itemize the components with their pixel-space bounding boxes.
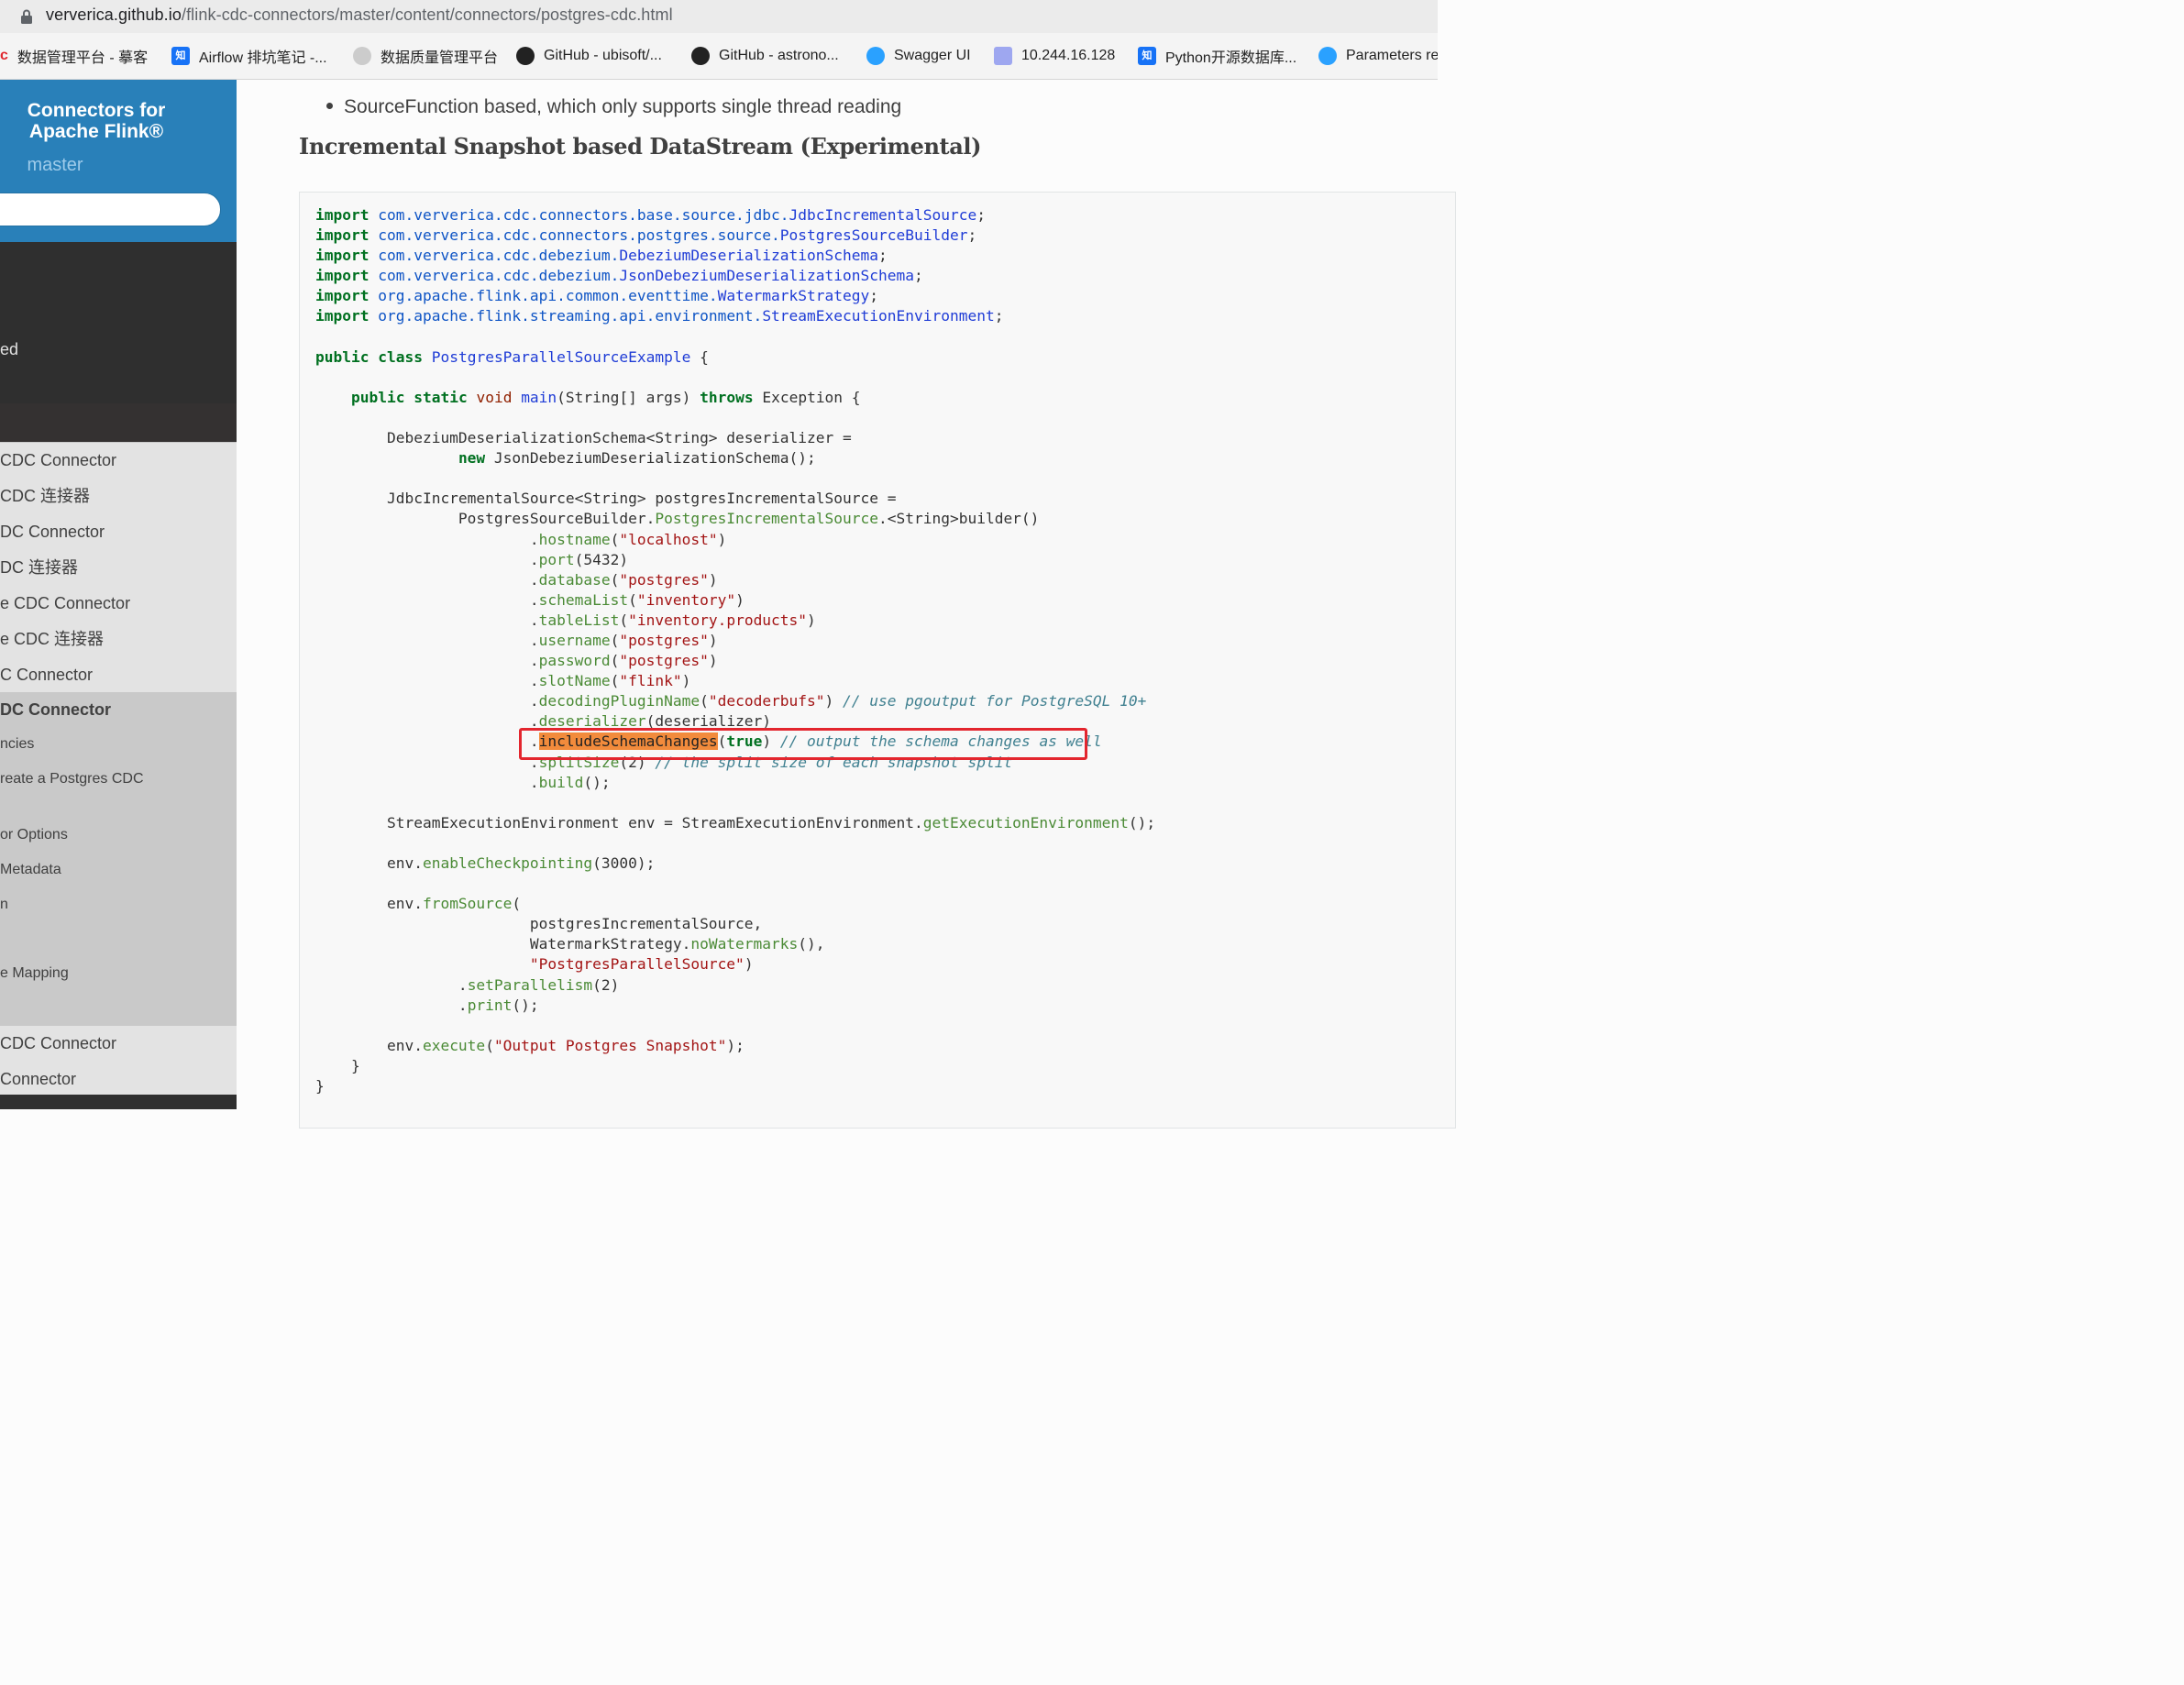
bookmark-3[interactable]: GitHub - ubisoft/...: [516, 46, 662, 66]
annotation-highlight-box: [519, 728, 1087, 760]
url-text[interactable]: ververica.github.io/flink-cdc-connectors…: [46, 6, 673, 25]
sidebar-item-dark[interactable]: ed: [0, 340, 18, 359]
bookmark-label: Airflow 排坑笔记 -...: [199, 50, 327, 66]
sidebar-item[interactable]: CDC Connector: [0, 443, 237, 478]
bookmark-6[interactable]: 10.244.16.128: [994, 46, 1115, 66]
search-input[interactable]: [0, 193, 221, 226]
sidebar-item[interactable]: Connector: [0, 1062, 237, 1096]
sidebar-subitem[interactable]: ncies: [0, 736, 34, 753]
sidebar-item[interactable]: DC 连接器: [0, 550, 237, 585]
address-bar[interactable]: ververica.github.io/flink-cdc-connectors…: [0, 0, 1438, 33]
sidebar-dark-section: ed: [0, 242, 237, 403]
zhihu-icon: 知: [1138, 47, 1156, 65]
sidebar-subitem[interactable]: e Mapping: [0, 965, 69, 982]
version-label: master: [27, 155, 83, 175]
pinwheel-icon: [866, 47, 885, 65]
sidebar-subitem[interactable]: Metadata: [0, 862, 61, 878]
bookmark-label: 10.244.16.128: [1021, 48, 1116, 63]
bookmark-4[interactable]: GitHub - astrono...: [691, 46, 839, 66]
sidebar-item-current[interactable]: DC Connector: [0, 692, 237, 727]
bookmark-label: 数据质量管理平台: [381, 50, 499, 66]
sidebar-subitem[interactable]: reate a Postgres CDC: [0, 771, 144, 787]
pinwheel-icon: [1318, 47, 1337, 65]
bookmark-0[interactable]: c 数据管理平台 - 摹客: [0, 46, 148, 66]
main-content: SourceFunction based, which only support…: [237, 80, 1456, 1129]
code-block: import com.ververica.cdc.connectors.base…: [299, 192, 1456, 1129]
bookmark-label: Swagger UI: [894, 48, 971, 63]
c-icon: c: [0, 48, 8, 63]
bookmark-2[interactable]: 数据质量管理平台: [353, 46, 498, 66]
sidebar-nav: CDC Connector CDC 连接器 DC Connector DC 连接…: [0, 442, 237, 1096]
bookmark-label: GitHub - astrono...: [719, 48, 839, 63]
section-heading: Incremental Snapshot based DataStream (E…: [299, 133, 982, 160]
url-path: /flink-cdc-connectors/master/content/con…: [181, 6, 673, 24]
site-title[interactable]: Connectors for Apache Flink®: [0, 100, 202, 142]
sidebar-current-section: DC Connector ncies reate a Postgres CDC …: [0, 692, 237, 1026]
bullet-dot-icon: [326, 102, 333, 109]
code-listing: import com.ververica.cdc.connectors.base…: [315, 206, 1156, 1096]
sidebar-item[interactable]: e CDC 连接器: [0, 622, 237, 656]
sidebar-item[interactable]: CDC Connector: [0, 1026, 237, 1061]
sidebar-item[interactable]: DC Connector: [0, 514, 237, 549]
database-icon: [994, 47, 1012, 65]
bookmark-label: GitHub - ubisoft/...: [544, 48, 662, 63]
sidebar-item[interactable]: e CDC Connector: [0, 586, 237, 621]
bullet-item: SourceFunction based, which only support…: [326, 96, 901, 118]
github-icon: [691, 47, 710, 65]
sidebar-item[interactable]: C Connector: [0, 657, 237, 692]
sidebar-item[interactable]: CDC 连接器: [0, 479, 237, 513]
bookmark-label: Parameters re: [1346, 48, 1438, 63]
bookmark-5[interactable]: Swagger UI: [866, 46, 971, 66]
sidebar-header: Connectors for Apache Flink® master: [0, 80, 237, 242]
bookmarks-bar: c 数据管理平台 - 摹客 知 Airflow 排坑笔记 -... 数据质量管理平台…: [0, 33, 1438, 80]
bullet-text: SourceFunction based, which only support…: [344, 96, 902, 117]
lock-icon: [21, 9, 32, 24]
ghost-icon: [353, 47, 371, 65]
bookmark-7[interactable]: 知 Python开源数据库...: [1138, 46, 1296, 66]
bookmark-label: 数据管理平台 - 摹客: [17, 50, 149, 66]
github-icon: [516, 47, 535, 65]
sidebar-footer: [0, 1095, 237, 1109]
sidebar-subitem[interactable]: n: [0, 897, 8, 913]
bookmark-label: Python开源数据库...: [1165, 50, 1297, 66]
zhihu-icon: 知: [171, 47, 190, 65]
bookmark-1[interactable]: 知 Airflow 排坑笔记 -...: [171, 46, 327, 66]
sidebar-subitem[interactable]: or Options: [0, 827, 68, 843]
url-host: ververica.github.io: [46, 6, 182, 24]
sidebar: Connectors for Apache Flink® master ed C…: [0, 80, 237, 1109]
bookmark-8[interactable]: Parameters re: [1318, 46, 1438, 66]
